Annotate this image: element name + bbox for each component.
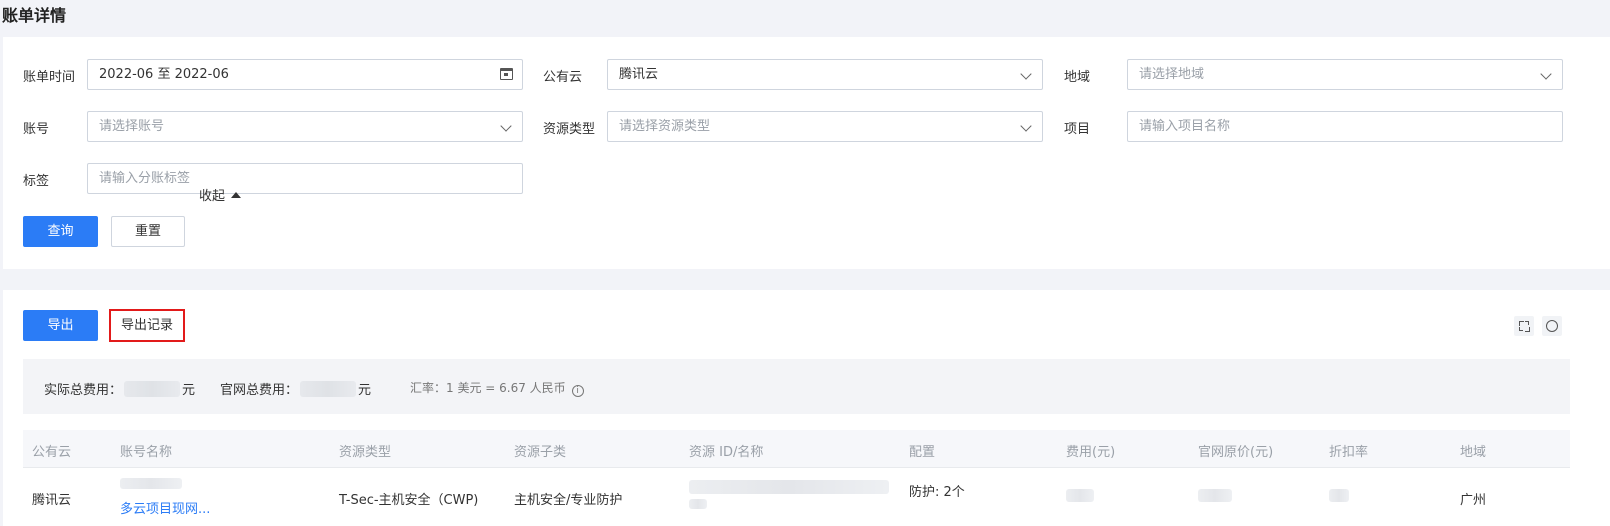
column-header[interactable]: 折扣率 xyxy=(1329,441,1368,460)
column-header[interactable]: 费用(元) xyxy=(1066,441,1115,460)
currency-unit: 元 xyxy=(182,383,196,398)
column-header[interactable]: 配置 xyxy=(909,441,935,460)
column-header[interactable]: 账号名称 xyxy=(120,441,172,460)
region-placeholder: 请选择地域 xyxy=(1139,67,1205,82)
column-header[interactable]: 官网原价(元) xyxy=(1198,441,1273,460)
export-record-button[interactable]: 导出记录 xyxy=(109,309,185,342)
redacted-resource-id xyxy=(689,499,707,509)
chevron-down-icon xyxy=(1540,68,1552,80)
table-header: 公有云 账号名称 资源类型 资源子类 资源 ID/名称 配置 费用(元) 官网原… xyxy=(23,430,1570,468)
exchange-rate-text: 汇率：1 美元 = 6.67 人民币 xyxy=(410,381,566,395)
column-header[interactable]: 公有云 xyxy=(32,441,71,460)
region-label: 地域 xyxy=(1064,70,1091,85)
column-header[interactable]: 资源 ID/名称 xyxy=(689,441,763,460)
resource-type-placeholder: 请选择资源类型 xyxy=(619,119,711,134)
redacted-discount xyxy=(1329,489,1349,502)
official-total-label: 官网总费用： xyxy=(220,383,299,398)
fullscreen-icon[interactable] xyxy=(1514,316,1534,336)
reset-button[interactable]: 重置 xyxy=(111,216,185,247)
query-button[interactable]: 查询 xyxy=(23,216,98,247)
chevron-down-icon xyxy=(1020,68,1032,80)
redacted-resource-id xyxy=(689,480,889,494)
project-input[interactable]: 请输入项目名称 xyxy=(1127,111,1563,142)
column-header[interactable]: 资源类型 xyxy=(339,441,391,460)
resource-type-select[interactable]: 请选择资源类型 xyxy=(607,111,1043,142)
public-cloud-select[interactable]: 腾讯云 xyxy=(607,59,1043,90)
project-placeholder: 请输入项目名称 xyxy=(1139,119,1231,134)
redacted-value xyxy=(124,381,181,397)
collapse-label: 收起 xyxy=(199,189,226,204)
redacted-cost xyxy=(1066,489,1094,502)
resource-type-cell: T-Sec-主机安全（CWP) xyxy=(339,493,479,508)
config-cell: 防护: 2个 xyxy=(909,485,965,500)
cloud-cell: 腾讯云 xyxy=(32,493,72,508)
cost-summary: 实际总费用： 元 官网总费用： 元 汇率：1 美元 = 6.67 人民币 i xyxy=(23,359,1570,414)
export-button[interactable]: 导出 xyxy=(23,310,98,341)
resource-type-label: 资源类型 xyxy=(543,122,596,137)
account-select[interactable]: 请选择账号 xyxy=(87,111,523,142)
actual-total-label: 实际总费用： xyxy=(44,383,123,398)
account-link[interactable]: 多云项目现网... xyxy=(120,498,210,517)
info-icon[interactable]: i xyxy=(571,385,584,397)
exchange-rate: 汇率：1 美元 = 6.67 人民币 i xyxy=(410,379,584,397)
public-cloud-value: 腾讯云 xyxy=(619,67,659,82)
redacted-account-name xyxy=(120,478,182,489)
tag-input[interactable]: 请输入分账标签 xyxy=(87,163,523,194)
public-cloud-label: 公有云 xyxy=(543,70,583,85)
bill-time-value: 2022-06 至 2022-06 xyxy=(99,67,229,82)
region-select[interactable]: 请选择地域 xyxy=(1127,59,1563,90)
page-title: 账单详情 xyxy=(2,6,67,25)
redacted-official-price xyxy=(1198,489,1232,502)
chevron-down-icon xyxy=(1020,120,1032,132)
calendar-icon xyxy=(500,68,513,80)
region-cell: 广州 xyxy=(1460,493,1487,508)
account-label: 账号 xyxy=(23,122,50,137)
column-header[interactable]: 资源子类 xyxy=(514,441,566,460)
tag-placeholder: 请输入分账标签 xyxy=(99,171,191,186)
redacted-value xyxy=(300,381,357,397)
collapse-toggle[interactable]: 收起 xyxy=(199,185,242,204)
actual-total: 实际总费用： 元 xyxy=(44,379,195,398)
chevron-down-icon xyxy=(500,120,512,132)
caret-up-icon xyxy=(231,192,242,198)
bill-time-picker[interactable]: 2022-06 至 2022-06 xyxy=(87,59,523,90)
project-label: 项目 xyxy=(1064,122,1091,137)
settings-icon[interactable] xyxy=(1542,316,1562,336)
currency-unit: 元 xyxy=(358,383,372,398)
account-placeholder: 请选择账号 xyxy=(99,119,165,134)
tag-label: 标签 xyxy=(23,174,50,189)
bill-time-label: 账单时间 xyxy=(23,70,76,85)
official-total: 官网总费用： 元 xyxy=(220,379,371,398)
column-header[interactable]: 地域 xyxy=(1460,441,1486,460)
resource-subtype-cell: 主机安全/专业防护 xyxy=(514,493,623,508)
